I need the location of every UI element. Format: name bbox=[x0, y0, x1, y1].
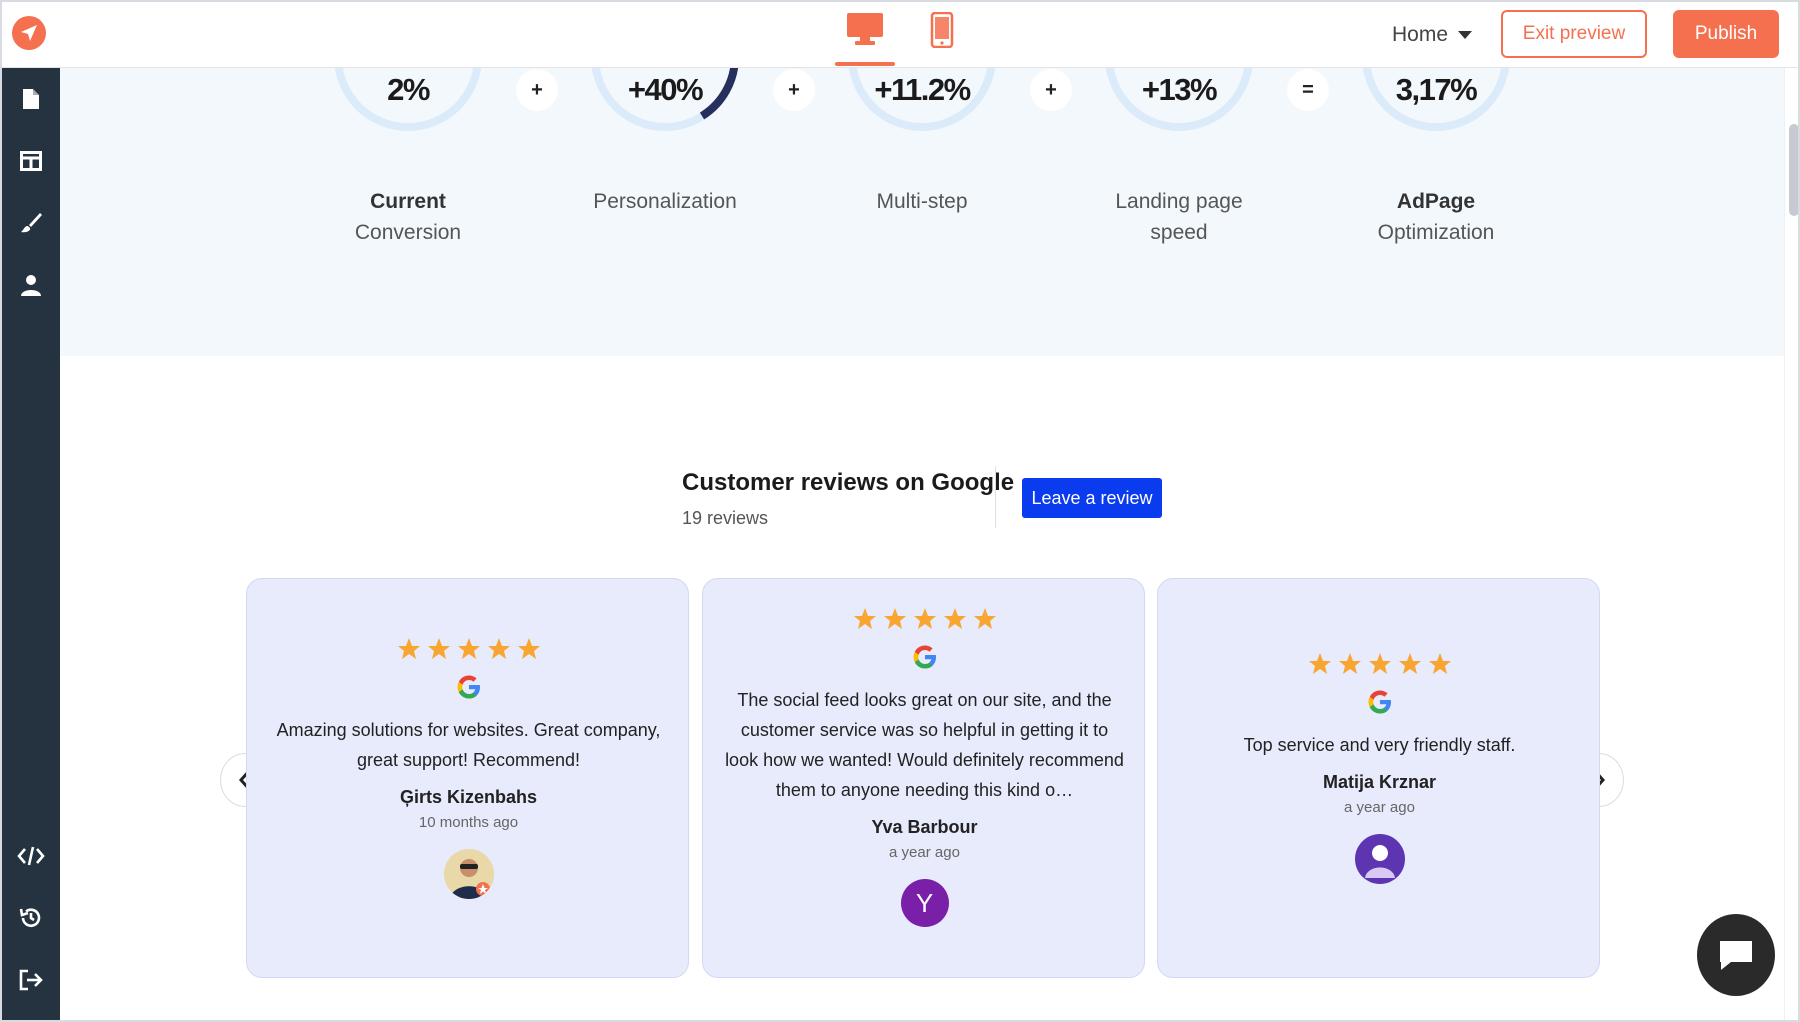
desktop-icon[interactable] bbox=[835, 12, 895, 66]
star-icon bbox=[1428, 653, 1451, 674]
leave-review-button[interactable]: Leave a review bbox=[1022, 478, 1162, 518]
brush-icon[interactable] bbox=[16, 208, 46, 238]
conversion-metrics: 2% Current Conversion + +40% Personalizat… bbox=[60, 68, 1784, 356]
metric-value: +11.2% bbox=[874, 72, 971, 107]
sidebar bbox=[2, 68, 60, 1020]
review-card: Amazing solutions for websites. Great co… bbox=[246, 578, 689, 978]
metric-label: Optimization bbox=[1377, 221, 1495, 244]
divider bbox=[995, 466, 996, 528]
metric-label-bold: AdPage bbox=[1396, 190, 1476, 213]
metric-label: Conversion bbox=[354, 221, 462, 244]
review-card: The social feed looks great on our site,… bbox=[702, 578, 1145, 978]
top-bar: Home Exit preview Publish bbox=[2, 2, 1798, 68]
reviewer-name: Matija Krznar bbox=[1322, 772, 1437, 792]
review-text: The social feed looks great on our site,… bbox=[725, 690, 1124, 800]
avatar[interactable] bbox=[443, 849, 494, 899]
avatar[interactable] bbox=[1354, 834, 1405, 884]
plus-operator: + bbox=[773, 69, 815, 111]
reviewer-name: Yva Barbour bbox=[871, 817, 978, 837]
page-select-label: Home bbox=[1392, 23, 1449, 46]
chat-bubble-icon bbox=[1720, 941, 1752, 970]
star-icon bbox=[883, 608, 906, 629]
user-icon[interactable] bbox=[16, 270, 46, 300]
review-time: 10 months ago bbox=[418, 814, 519, 831]
star-rating bbox=[247, 637, 690, 661]
star-icon bbox=[1338, 653, 1361, 674]
page-select[interactable]: Home bbox=[1392, 20, 1473, 50]
scrollbar-thumb[interactable] bbox=[1789, 124, 1798, 216]
metric-label-bold: Current bbox=[370, 190, 446, 213]
star-icon bbox=[457, 638, 480, 659]
review-card: Top service and very friendly staff. Mat… bbox=[1157, 578, 1600, 978]
star-rating bbox=[1158, 652, 1601, 676]
avatar[interactable]: Y bbox=[900, 879, 949, 927]
star-icon bbox=[853, 608, 876, 629]
review-text: Top service and very friendly staff. bbox=[1243, 735, 1516, 755]
metric-label: Personalization bbox=[593, 190, 737, 213]
metric-label: Multi-step bbox=[876, 190, 968, 213]
star-icon bbox=[397, 638, 420, 659]
reviews-title: Customer reviews on Google bbox=[682, 469, 1015, 496]
star-icon bbox=[943, 608, 966, 629]
google-logo-icon bbox=[1158, 688, 1601, 716]
exit-preview-button[interactable]: Exit preview bbox=[1501, 10, 1647, 58]
caret-down-icon bbox=[1458, 31, 1473, 39]
metric-value: 3,17% bbox=[1395, 72, 1478, 107]
reviews-count: 19 reviews bbox=[682, 508, 769, 528]
app-window: Home Exit preview Publish 2% Current Con… bbox=[0, 0, 1800, 1022]
star-icon bbox=[973, 608, 996, 629]
paper-plane-logo-icon[interactable] bbox=[12, 16, 46, 50]
reviewer-name: Ģirts Kizenbahs bbox=[399, 787, 538, 807]
publish-button[interactable]: Publish bbox=[1673, 10, 1779, 58]
chat-button[interactable] bbox=[1697, 914, 1775, 996]
logout-icon[interactable] bbox=[16, 965, 46, 995]
review-time: a year ago bbox=[1344, 799, 1415, 816]
layout-icon[interactable] bbox=[16, 146, 46, 176]
google-logo-icon bbox=[703, 643, 1146, 671]
equals-operator: = bbox=[1287, 69, 1329, 111]
star-icon bbox=[517, 638, 540, 659]
star-icon bbox=[427, 638, 450, 659]
review-time: a year ago bbox=[889, 844, 960, 861]
metric-value: +13% bbox=[1141, 72, 1218, 107]
metric-value: 2% bbox=[387, 72, 430, 107]
star-icon bbox=[487, 638, 510, 659]
review-text: Amazing solutions for websites. Great co… bbox=[276, 720, 661, 770]
google-logo-icon bbox=[247, 673, 690, 701]
code-icon[interactable] bbox=[16, 841, 46, 871]
history-icon[interactable] bbox=[16, 903, 46, 933]
plus-operator: + bbox=[1030, 69, 1072, 111]
star-icon bbox=[1368, 653, 1391, 674]
mobile-icon[interactable] bbox=[927, 12, 957, 66]
star-rating bbox=[703, 607, 1146, 631]
scrollbar[interactable] bbox=[1784, 68, 1798, 1020]
star-icon bbox=[913, 608, 936, 629]
reviewer-photo-icon bbox=[443, 849, 494, 899]
page-icon[interactable] bbox=[16, 84, 46, 114]
star-icon bbox=[1308, 653, 1331, 674]
star-icon bbox=[1398, 653, 1421, 674]
plus-operator: + bbox=[516, 69, 558, 111]
avatar-letter: Y bbox=[915, 887, 934, 918]
metric-label: Landing page speed bbox=[1115, 190, 1243, 244]
page-preview: 2% Current Conversion + +40% Personalizat… bbox=[60, 68, 1784, 1020]
default-user-icon bbox=[1364, 845, 1395, 878]
metric-value: +40% bbox=[627, 72, 704, 107]
